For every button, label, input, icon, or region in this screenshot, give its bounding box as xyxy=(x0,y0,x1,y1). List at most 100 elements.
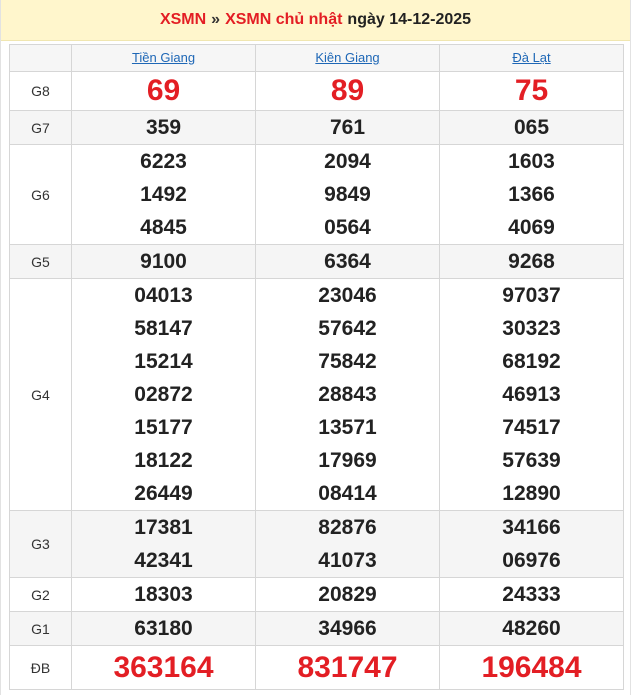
prize-cell: 363164 xyxy=(71,645,256,690)
province-header: Tiền Giang xyxy=(71,44,256,72)
prize-number: 1366 xyxy=(508,183,555,206)
prize-number: 08414 xyxy=(318,482,377,505)
prize-cell: 23046 57642 75842 28843 13571 17969 08414 xyxy=(255,278,440,511)
prize-number: 58147 xyxy=(134,317,193,340)
prize-number: 02872 xyxy=(134,383,193,406)
prize-cell: 6223 1492 4845 xyxy=(71,144,256,245)
prize-cell: 89 xyxy=(255,71,440,111)
prize-label: G2 xyxy=(9,577,72,612)
prize-number: 30323 xyxy=(502,317,561,340)
prize-number: 9849 xyxy=(324,183,371,206)
prize-number: 9100 xyxy=(140,250,187,273)
prize-label: G1 xyxy=(9,611,72,646)
prize-number: 46913 xyxy=(502,383,561,406)
prize-number: 1492 xyxy=(140,183,187,206)
prize-label: G4 xyxy=(9,278,72,511)
prize-number: 24333 xyxy=(502,583,561,606)
prize-cell: 24333 xyxy=(439,577,624,612)
prize-number: 04013 xyxy=(134,284,193,307)
prize-label: G5 xyxy=(9,244,72,279)
prize-cell: 1603 1366 4069 xyxy=(439,144,624,245)
prize-number: 23046 xyxy=(318,284,377,307)
prize-number: 6223 xyxy=(140,150,187,173)
prize-number: 68192 xyxy=(502,350,561,373)
prize-row: G8 69 89 75 xyxy=(9,71,624,111)
prize-number: 18122 xyxy=(134,449,193,472)
prize-cell: 69 xyxy=(71,71,256,111)
prize-cell: 20829 xyxy=(255,577,440,612)
prize-number: 13571 xyxy=(318,416,377,439)
prize-cell: 34966 xyxy=(255,611,440,646)
prize-number: 20829 xyxy=(318,583,377,606)
province-link-da-lat[interactable]: Đà Lạt xyxy=(512,50,550,65)
prize-cell: 48260 xyxy=(439,611,624,646)
prize-number: 41073 xyxy=(318,549,377,572)
prize-number: 06976 xyxy=(502,549,561,572)
prize-cell: 9268 xyxy=(439,244,624,279)
prize-number: 69 xyxy=(146,74,181,107)
prize-cell: 065 xyxy=(439,110,624,145)
prize-number: 15214 xyxy=(134,350,193,373)
prize-number: 26449 xyxy=(134,482,193,505)
prize-row: G5 9100 6364 9268 xyxy=(9,244,624,279)
prize-number: 15177 xyxy=(134,416,193,439)
prize-row: G6 6223 1492 4845 2094 9849 0564 1603 1366 4069 xyxy=(9,144,624,245)
prize-number: 57642 xyxy=(318,317,377,340)
prize-row: G1 63180 34966 48260 xyxy=(9,611,624,646)
prize-row: G4 04013 58147 15214 02872 15177 18122 26449 230… xyxy=(9,278,624,511)
prize-number: 28843 xyxy=(318,383,377,406)
prize-cell: 18303 xyxy=(71,577,256,612)
prize-number: 18303 xyxy=(134,583,193,606)
prize-number: 63180 xyxy=(134,617,193,640)
prize-number: 831747 xyxy=(297,651,398,684)
prize-cell: 17381 42341 xyxy=(71,510,256,578)
draw-date: ngày 14-12-2025 xyxy=(347,11,472,28)
prize-cell: 761 xyxy=(255,110,440,145)
prize-cell: 831747 xyxy=(255,645,440,690)
prize-number: 75842 xyxy=(318,350,377,373)
prize-number: 48260 xyxy=(502,617,561,640)
prize-number: 9268 xyxy=(508,250,555,273)
prize-cell: 6364 xyxy=(255,244,440,279)
prize-number: 065 xyxy=(513,116,550,139)
prize-cell: 63180 xyxy=(71,611,256,646)
results-header: XSMN » XSMN chủ nhật ngày 14-12-2025 xyxy=(1,0,630,41)
prize-cell: 2094 9849 0564 xyxy=(255,144,440,245)
prize-column-header xyxy=(9,44,72,72)
breadcrumb-separator: » xyxy=(211,11,221,28)
results-table: Tiền Giang Kiên Giang Đà Lạt G8 69 89 75 G7 3… xyxy=(9,44,624,690)
prize-row: ĐB 363164 831747 196484 xyxy=(9,645,624,690)
prize-number: 34966 xyxy=(318,617,377,640)
prize-number: 34166 xyxy=(502,516,561,539)
prize-number: 75 xyxy=(514,74,549,107)
xsmn-sunday-link[interactable]: XSMN chủ nhật xyxy=(225,11,342,29)
prize-number: 363164 xyxy=(113,651,214,684)
prize-number: 4069 xyxy=(508,216,555,239)
prize-number: 74517 xyxy=(502,416,561,439)
prize-label: ĐB xyxy=(9,645,72,690)
prize-row: G7 359 761 065 xyxy=(9,110,624,145)
prize-cell: 196484 xyxy=(439,645,624,690)
prize-number: 57639 xyxy=(502,449,561,472)
prize-number: 4845 xyxy=(140,216,187,239)
prize-number: 2094 xyxy=(324,150,371,173)
prize-label: G3 xyxy=(9,510,72,578)
province-link-tien-giang[interactable]: Tiền Giang xyxy=(132,50,195,65)
prize-cell: 359 xyxy=(71,110,256,145)
prize-label: G7 xyxy=(9,110,72,145)
prize-number: 1603 xyxy=(508,150,555,173)
prize-cell: 9100 xyxy=(71,244,256,279)
prize-cell: 34166 06976 xyxy=(439,510,624,578)
province-link-kien-giang[interactable]: Kiên Giang xyxy=(315,50,379,65)
prize-number: 6364 xyxy=(324,250,371,273)
prize-label: G8 xyxy=(9,71,72,111)
prize-number: 196484 xyxy=(481,651,582,684)
prize-label: G6 xyxy=(9,144,72,245)
prize-number: 17381 xyxy=(134,516,193,539)
province-header: Kiên Giang xyxy=(255,44,440,72)
prize-number: 97037 xyxy=(502,284,561,307)
prize-number: 17969 xyxy=(318,449,377,472)
xsmn-link[interactable]: XSMN xyxy=(160,11,206,29)
province-header: Đà Lạt xyxy=(439,44,624,72)
results-body: G8 69 89 75 G7 359 761 065 G6 6223 1492 4845 2094 984… xyxy=(9,71,624,690)
